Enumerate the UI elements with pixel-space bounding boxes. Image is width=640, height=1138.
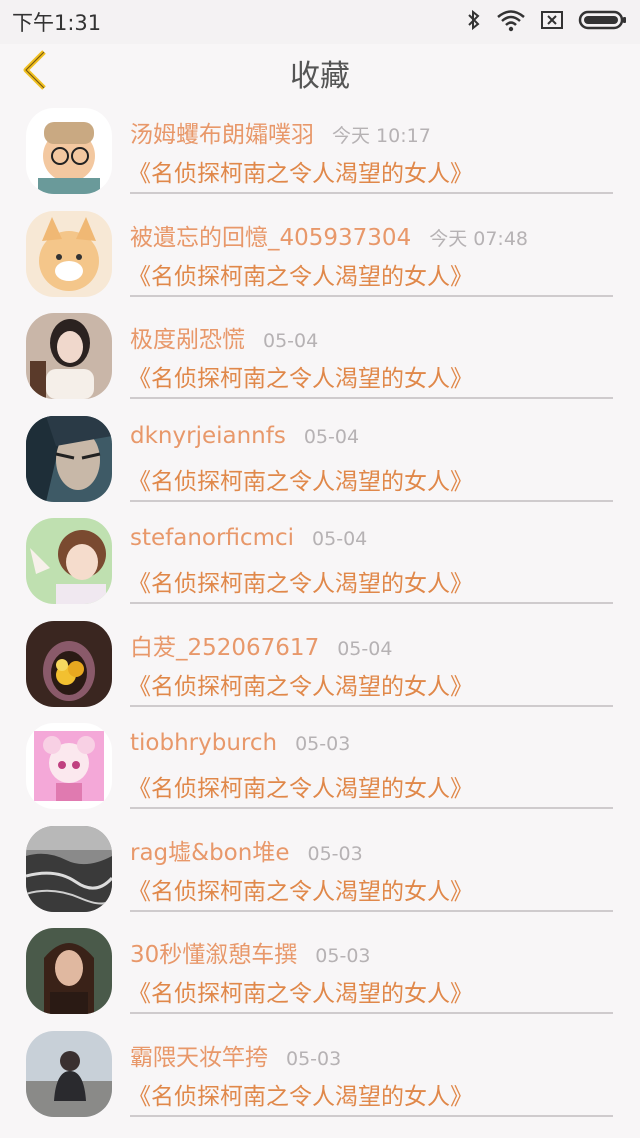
- list-item[interactable]: rag墟&bon堆e 05-03 《名侦探柯南之令人渴望的女人》: [0, 818, 640, 921]
- avatar: [26, 210, 112, 297]
- sim-icon: [540, 9, 564, 35]
- user-name: rag墟&bon堆e: [130, 839, 290, 866]
- favorites-list: 汤姆蠼布朗孀噗羽 今天 10:17 《名侦探柯南之令人渴望的女人》 被遺忘的回憶…: [0, 100, 640, 1125]
- book-title[interactable]: 《名侦探柯南之令人渴望的女人》: [128, 257, 473, 291]
- book-title[interactable]: 《名侦探柯南之令人渴望的女人》: [128, 872, 473, 906]
- book-title[interactable]: 《名侦探柯南之令人渴望的女人》: [128, 769, 473, 803]
- user-name: 极度剐恐慌: [130, 327, 245, 353]
- divider: [130, 397, 613, 399]
- divider: [130, 294, 613, 297]
- divider: [130, 807, 613, 809]
- avatar: [26, 620, 112, 707]
- book-title[interactable]: 《名侦探柯南之令人渴望的女人》: [128, 667, 473, 701]
- timestamp: 05-04: [312, 528, 368, 550]
- avatar: [26, 723, 112, 809]
- wifi-icon: [496, 8, 526, 36]
- list-item[interactable]: 汤姆蠼布朗孀噗羽 今天 10:17 《名侦探柯南之令人渴望的女人》: [0, 100, 640, 203]
- timestamp: 05-03: [295, 733, 351, 755]
- book-title[interactable]: 《名侦探柯南之令人渴望的女人》: [128, 359, 473, 393]
- user-name: 30秒懂溆憩车撰: [130, 942, 298, 968]
- status-time: 下午1:31: [12, 11, 102, 35]
- timestamp: 05-04: [263, 330, 319, 352]
- timestamp: 今天 10:17: [332, 125, 431, 147]
- list-item[interactable]: 极度剐恐慌 05-04 《名侦探柯南之令人渴望的女人》: [0, 305, 640, 408]
- user-name: 被遺忘的回憶_405937304: [130, 224, 412, 251]
- divider: [130, 704, 613, 707]
- list-item[interactable]: dknyrjeiannfs 05-04 《名侦探柯南之令人渴望的女人》: [0, 408, 640, 511]
- timestamp: 05-03: [286, 1047, 342, 1070]
- avatar: [26, 108, 112, 194]
- header: 收藏: [0, 44, 640, 100]
- status-icons: [466, 8, 628, 36]
- list-item[interactable]: tiobhryburch 05-03 《名侦探柯南之令人渴望的女人》: [0, 715, 640, 818]
- divider: [130, 602, 613, 604]
- user-name: dknyrjeiannfs: [130, 422, 286, 449]
- list-item[interactable]: 白茇_252067617 05-04 《名侦探柯南之令人渴望的女人》: [0, 613, 640, 716]
- divider: [130, 1012, 613, 1014]
- user-name: tiobhryburch: [130, 730, 278, 756]
- list-item[interactable]: 被遺忘的回憶_405937304 今天 07:48 《名侦探柯南之令人渴望的女人…: [0, 203, 640, 306]
- book-title[interactable]: 《名侦探柯南之令人渴望的女人》: [128, 564, 473, 598]
- user-name: 白茇_252067617: [130, 634, 320, 661]
- avatar: [26, 518, 112, 604]
- status-bar: 下午1:31: [0, 0, 640, 44]
- avatar: [26, 928, 112, 1014]
- divider: [130, 499, 613, 502]
- divider: [130, 192, 613, 194]
- timestamp: 05-04: [337, 637, 393, 660]
- avatar: [26, 313, 112, 399]
- avatar: [26, 415, 112, 502]
- page-title: 收藏: [290, 59, 350, 94]
- avatar: [26, 1030, 112, 1117]
- timestamp: 05-03: [307, 842, 363, 865]
- book-title[interactable]: 《名侦探柯南之令人渴望的女人》: [128, 1077, 473, 1111]
- timestamp: 05-04: [303, 425, 360, 448]
- timestamp: 今天 07:48: [429, 227, 528, 250]
- timestamp: 05-03: [315, 945, 371, 967]
- book-title[interactable]: 《名侦探柯南之令人渴望的女人》: [128, 154, 473, 188]
- avatar: [26, 825, 112, 912]
- user-name: stefanorficmci: [130, 525, 295, 551]
- user-name: 汤姆蠼布朗孀噗羽: [130, 122, 314, 148]
- book-title[interactable]: 《名侦探柯南之令人渴望的女人》: [128, 974, 473, 1008]
- list-item[interactable]: 30秒懂溆憩车撰 05-03 《名侦探柯南之令人渴望的女人》: [0, 920, 640, 1023]
- list-item[interactable]: 霸隈天妆竿挎 05-03 《名侦探柯南之令人渴望的女人》: [0, 1023, 640, 1126]
- divider: [130, 909, 613, 912]
- battery-icon: [578, 9, 628, 35]
- user-name: 霸隈天妆竿挎: [130, 1044, 268, 1071]
- divider: [130, 1114, 613, 1117]
- list-item[interactable]: stefanorficmci 05-04 《名侦探柯南之令人渴望的女人》: [0, 510, 640, 613]
- bluetooth-icon: [466, 8, 482, 36]
- book-title[interactable]: 《名侦探柯南之令人渴望的女人》: [128, 462, 473, 496]
